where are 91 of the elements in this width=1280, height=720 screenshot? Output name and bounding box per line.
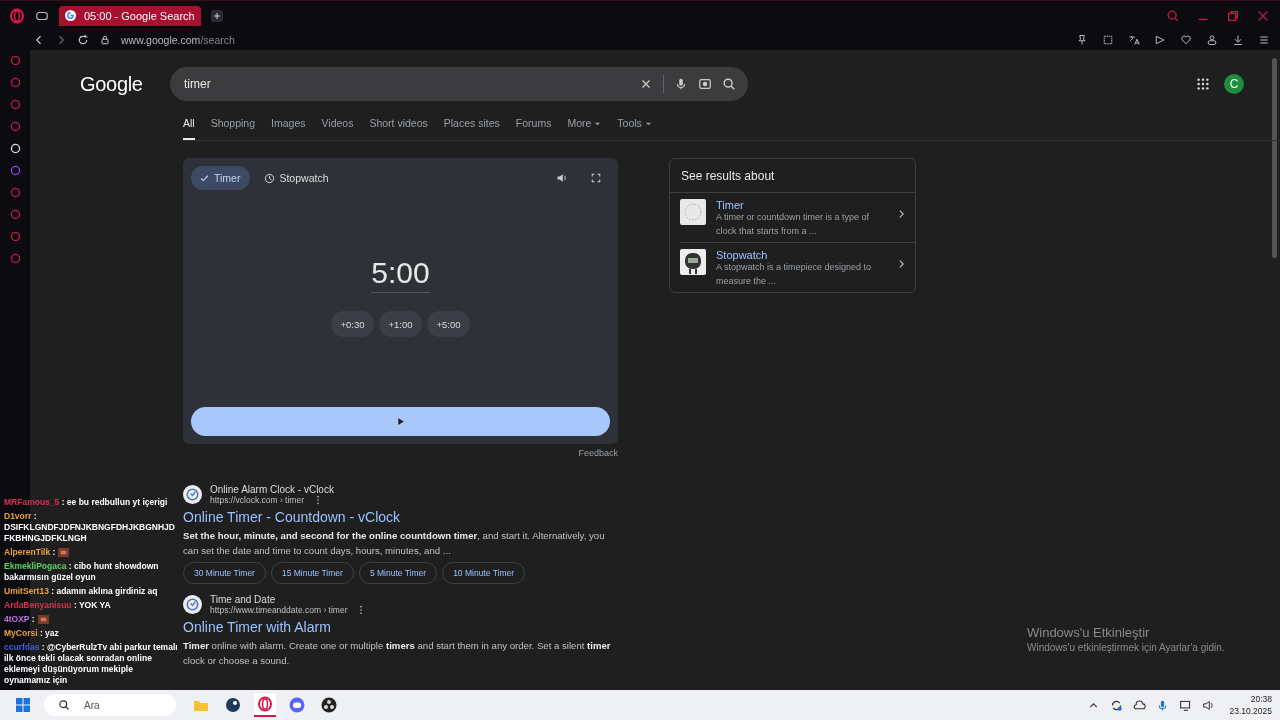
start-button[interactable] (191, 407, 610, 436)
browser-tab[interactable]: 05:00 - Google Search (59, 5, 201, 26)
reload-icon[interactable] (77, 34, 89, 46)
send-icon[interactable] (1154, 34, 1166, 46)
site-name: Time and Date (210, 594, 277, 605)
chat-message: AlperenTilk : (4, 547, 70, 558)
result-snippet: Timer online with alarm. Create one or multiple timers and start them in any order. Set a silent timer clock or choose a sound. (183, 639, 612, 668)
google-logo[interactable]: Google (80, 72, 156, 96)
chevron-icon (898, 209, 905, 219)
chat-message: EkmekliPogaca : cibo hunt showdown bakarmısın güzel oyun (4, 561, 160, 583)
account-avatar[interactable]: C (1224, 74, 1244, 94)
search-field[interactable]: timer (170, 67, 748, 101)
heart-icon[interactable] (1180, 34, 1192, 46)
chat-message: MyCorsi : yaz (4, 628, 59, 639)
result-url: https://www.timeanddate.com › timer (210, 605, 348, 615)
search-icon[interactable] (1166, 8, 1180, 23)
pin-icon[interactable] (1076, 34, 1088, 46)
result-title-link[interactable]: Online Timer - Countdown - vClock (183, 509, 618, 525)
mode-tab[interactable]: Timer (191, 166, 251, 190)
add-time-button[interactable]: +1:00 (379, 311, 422, 337)
caret-icon (644, 120, 652, 127)
restore-icon[interactable] (1226, 8, 1240, 23)
result-url: https://vclock.com › timer (210, 495, 304, 505)
more-options-icon[interactable] (316, 495, 320, 505)
sidebar-app-icon[interactable] (8, 142, 22, 155)
google-g-icon (65, 10, 76, 21)
browser-logo-icon[interactable] (9, 7, 25, 24)
caret-icon (594, 120, 602, 127)
search-tab[interactable]: Videos (321, 117, 354, 138)
translate-icon[interactable] (1128, 34, 1140, 46)
search-tab[interactable]: Shopping (210, 117, 256, 138)
microphone-icon[interactable] (674, 77, 688, 91)
menu-icon[interactable] (1258, 34, 1270, 46)
speaker-icon[interactable] (1202, 698, 1216, 712)
site-name: Online Alarm Clock - vClock (210, 484, 334, 495)
sync-icon[interactable] (1110, 698, 1124, 712)
chat-message: ArdaBenyanisuu : YOK YA (4, 600, 111, 611)
related-entry[interactable]: Stopwatch A stopwatch is a timepiece designed to measure the ... (680, 242, 915, 292)
result-title-link[interactable]: Online Timer with Alarm (183, 619, 618, 635)
emote-icon (37, 615, 49, 625)
search-icon (58, 699, 70, 711)
browser-app-icon[interactable] (254, 693, 276, 717)
cloud-icon[interactable] (1133, 698, 1147, 712)
address-bar[interactable]: www.google.com/search (121, 34, 235, 46)
search-tab[interactable]: Forums (515, 117, 552, 138)
search-icon[interactable] (722, 77, 736, 91)
chat-message: MRFamous_5 : ee bu redbullun yt içerigi (4, 497, 168, 508)
mode-tab[interactable]: Stopwatch (256, 166, 339, 190)
timer-display[interactable]: 5:00 (371, 256, 430, 293)
download-icon[interactable] (1232, 34, 1244, 46)
add-time-button[interactable]: +5:00 (427, 311, 470, 337)
clock-date[interactable]: 23.10.2025 (1229, 706, 1272, 716)
emote-icon (58, 548, 70, 558)
chat-message: ccurfdas : @CyberRulzTv abi parkur temalı ilk önce tekli olacak sonradan online eklemeyi düşünüyorum mekiple oynamamız için (4, 642, 178, 686)
search-tab[interactable]: Places sites (443, 117, 500, 138)
new-tab-icon[interactable] (210, 9, 223, 22)
related-entry[interactable]: Timer A timer or countdown timer is a type of clock that starts from a ... (670, 193, 915, 242)
snapshot-icon[interactable] (1102, 34, 1114, 46)
clock-time[interactable]: 20:38 (1250, 694, 1272, 704)
search-tab[interactable]: Short videos (369, 117, 428, 138)
panel-title: See results about (670, 159, 915, 193)
activation-title: Windows'u Etkinleştir (1027, 625, 1151, 640)
lock-icon[interactable] (99, 34, 111, 46)
search-tab[interactable]: More (567, 117, 602, 138)
clock-icon (264, 172, 276, 184)
add-time-button[interactable]: +0:30 (331, 311, 374, 337)
fullscreen-icon[interactable] (590, 172, 602, 184)
feedback-link[interactable]: Feedback (578, 448, 618, 458)
stopwatch-thumbnail-icon (680, 249, 706, 275)
camera-search-icon[interactable] (698, 77, 712, 91)
chat-message: UmitSert13 : adamın aklına girdiniz aq (4, 586, 158, 597)
search-tab[interactable]: All (183, 117, 195, 140)
site-favicon-icon[interactable] (183, 595, 202, 614)
chat-message: 4tOXP : (4, 614, 49, 625)
sound-icon[interactable] (556, 172, 568, 184)
scrollbar-thumb[interactable] (1272, 58, 1277, 258)
more-options-icon[interactable] (359, 605, 364, 615)
network-icon[interactable] (1179, 698, 1193, 712)
apps-grid-icon[interactable] (1196, 77, 1210, 91)
profile-icon[interactable] (1206, 34, 1218, 46)
taskbar-search-field[interactable]: Ara (44, 694, 176, 716)
chevron-icon (898, 259, 905, 269)
site-favicon-icon[interactable] (183, 485, 202, 504)
chat-message: D1vorr : DSIFKLGNDFJDFNJKBNGFDHJKBGNHJDFKBHNGJDFKLNGH (4, 511, 176, 544)
activation-message: Windows'u etkinleştirmek için Ayarlar'a gidin. (1027, 642, 1225, 653)
play-icon (396, 417, 405, 426)
result-snippet: Set the hour, minute, and second for the online countdown timer, and start it. Alternatively, you can set the date and time to count days, hours, minutes, and ... (183, 529, 606, 558)
check-icon (199, 172, 210, 184)
search-tab[interactable]: Tools (617, 117, 652, 138)
timer-thumbnail-icon (680, 199, 706, 225)
search-tab[interactable]: Images (271, 117, 306, 138)
